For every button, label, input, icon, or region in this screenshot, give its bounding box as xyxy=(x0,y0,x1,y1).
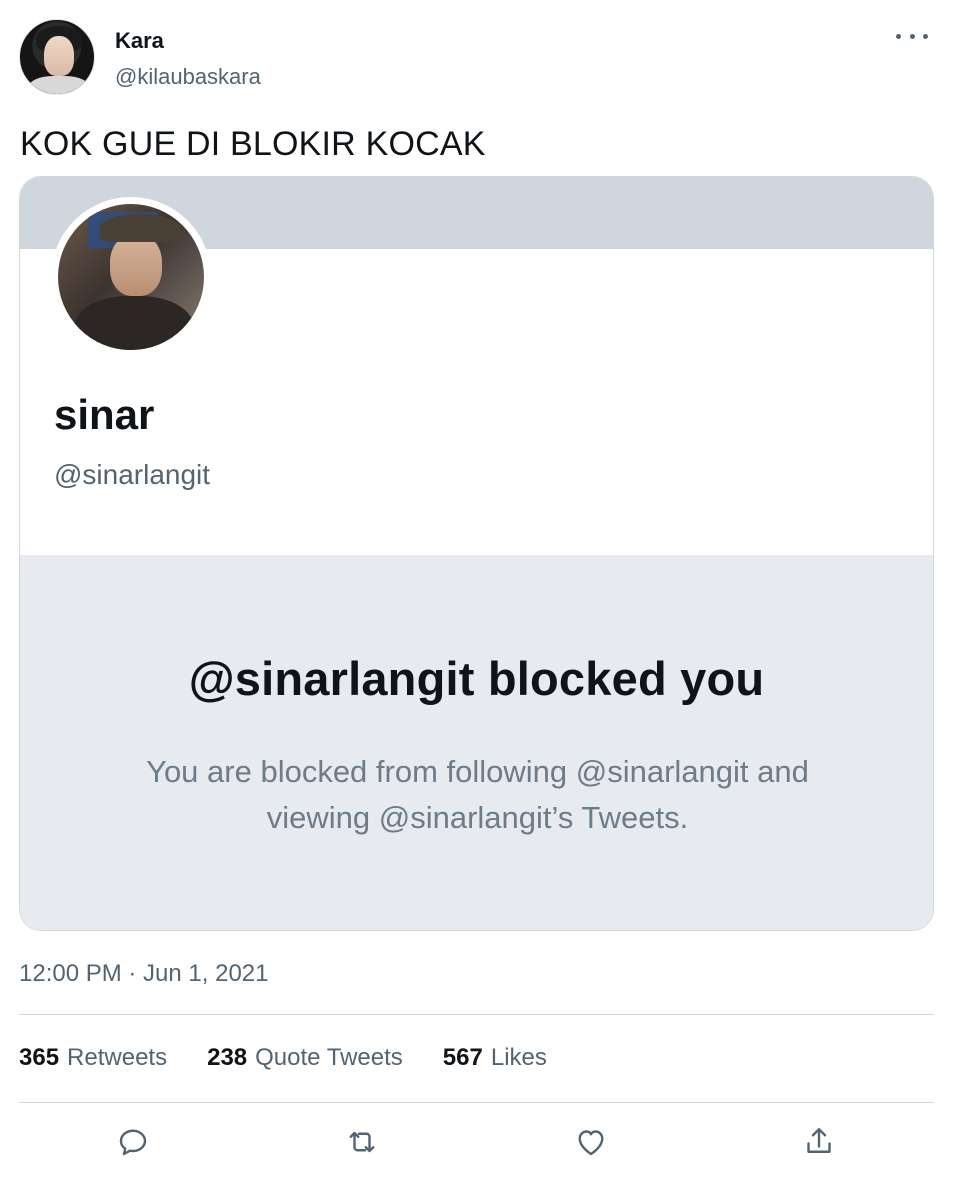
retweet-button[interactable] xyxy=(340,1120,384,1164)
like-heart-icon xyxy=(578,1130,604,1156)
author-handle[interactable]: @kilaubaskara xyxy=(115,64,261,90)
quote-tweets-stat[interactable]: 238 Quote Tweets xyxy=(207,1044,403,1076)
retweets-label: Retweets xyxy=(67,1044,168,1071)
more-horizontal-icon[interactable] xyxy=(896,24,928,48)
reply-icon xyxy=(119,1129,147,1156)
share-icon xyxy=(807,1128,831,1153)
reply-button[interactable] xyxy=(111,1120,155,1164)
retweets-count: 365 xyxy=(19,1044,60,1071)
tweet-text: KOK GUE DI BLOKIR KOCAK xyxy=(20,125,486,163)
likes-count: 567 xyxy=(442,1044,483,1071)
embedded-profile-card[interactable]: sinar @sinarlangit @sinarlangit blocked … xyxy=(19,176,934,931)
retweet-icon xyxy=(349,1131,375,1153)
more-dot xyxy=(923,33,928,39)
tweet-stats: 365 Retweets 238 Quote Tweets 567 Likes xyxy=(19,1044,587,1076)
blocked-notice-panel: @sinarlangit blocked you You are blocked… xyxy=(20,555,933,930)
share-button[interactable] xyxy=(797,1120,841,1164)
profile-avatar[interactable] xyxy=(58,204,204,350)
author-avatar[interactable] xyxy=(19,19,95,95)
author-display-name[interactable]: Kara xyxy=(115,28,164,54)
blocked-title: @sinarlangit blocked you xyxy=(188,652,765,705)
avatar-shirt xyxy=(28,76,90,94)
avatar-face xyxy=(44,36,74,76)
tweet-actions-bar xyxy=(0,1120,954,1164)
tweet-header: Kara @kilaubaskara xyxy=(0,0,954,110)
blocked-description: You are blocked from following @sinarlan… xyxy=(146,754,809,835)
avatar-cap xyxy=(100,214,180,242)
more-dot xyxy=(896,33,901,39)
quote-tweets-count: 238 xyxy=(207,1044,248,1071)
tweet-timestamp[interactable]: 12:00 PM · Jun 1, 2021 xyxy=(19,960,269,988)
quote-tweets-label: Quote Tweets xyxy=(255,1044,403,1071)
likes-stat[interactable]: 567 Likes xyxy=(443,1044,547,1076)
avatar-body xyxy=(74,296,194,350)
profile-avatar-ring xyxy=(51,197,211,357)
avatar-face xyxy=(110,234,162,296)
profile-handle: @sinarlangit xyxy=(54,459,211,490)
divider xyxy=(19,1014,934,1015)
retweets-stat[interactable]: 365 Retweets xyxy=(19,1044,167,1076)
profile-name: sinar xyxy=(54,391,155,438)
like-button[interactable] xyxy=(569,1120,613,1164)
likes-label: Likes xyxy=(490,1044,547,1071)
more-dot xyxy=(909,33,915,39)
divider xyxy=(19,1102,934,1103)
